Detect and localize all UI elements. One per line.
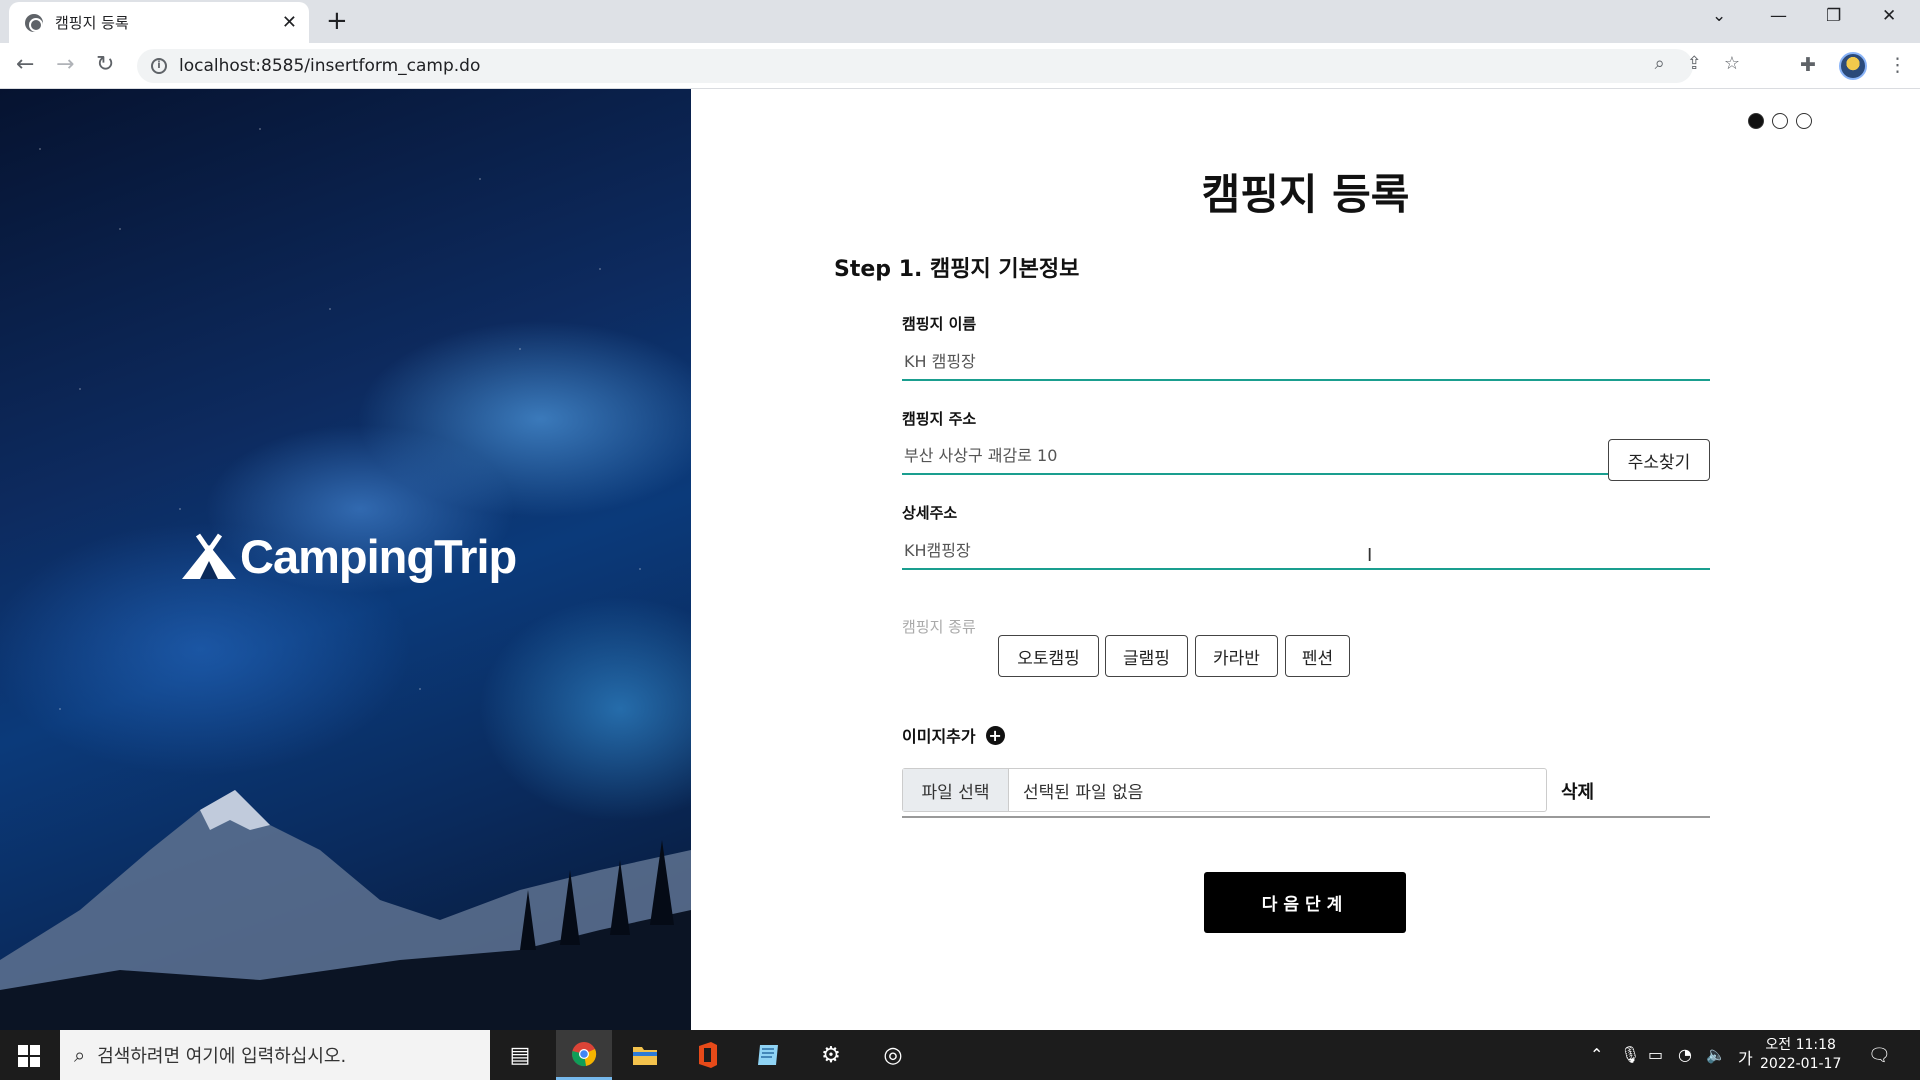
browser-tab[interactable]: 캠핑지 등록 ✕ [9, 2, 309, 43]
page-title: 캠핑지 등록 [1201, 170, 1410, 219]
step-title: Step 1. 캠핑지 기본정보 [834, 257, 1080, 282]
zoom-icon[interactable]: ⌕ [1655, 53, 1665, 74]
minimize-icon[interactable]: — [1770, 6, 1787, 26]
bookmark-star-icon[interactable]: ☆ [1724, 53, 1740, 74]
detail-address-input[interactable] [902, 530, 1710, 570]
clock-time: 오전 11:18 [1765, 1037, 1836, 1053]
taskbar-search-box[interactable]: ⌕ 검색하려면 여기에 입력하십시오. [60, 1030, 490, 1080]
office-icon[interactable] [680, 1030, 736, 1080]
brand-name: CampingTrip [240, 530, 517, 583]
browser-toolbar: ← → ↻ i localhost:8585/insertform_camp.d… [0, 43, 1920, 89]
step-dot-3 [1796, 113, 1812, 129]
notification-center-icon[interactable]: 🗨 [1868, 1045, 1891, 1066]
microphone-icon[interactable]: 🎙 [1620, 1045, 1640, 1064]
ime-indicator[interactable]: 가 [1738, 1045, 1753, 1069]
obs-app-icon[interactable]: ◎ [865, 1030, 921, 1080]
forward-arrow-icon[interactable]: → [56, 52, 74, 78]
add-image-plus-icon[interactable]: + [985, 725, 1005, 745]
browser-tab-strip: 캠핑지 등록 ✕ + ⌄ — ❐ ✕ [0, 0, 1920, 43]
camp-address-label: 캠핑지 주소 [902, 410, 977, 428]
profile-avatar[interactable] [1839, 52, 1867, 80]
notepad-app-icon[interactable] [741, 1030, 797, 1080]
site-info-icon[interactable]: i [151, 58, 167, 74]
step-indicator [1748, 113, 1812, 129]
taskbar-search-placeholder: 검색하려면 여기에 입력하십시오. [97, 1046, 347, 1067]
image-add-row: 이미지추가 + [902, 723, 1005, 747]
url-text: localhost:8585/insertform_camp.do [179, 56, 481, 76]
new-tab-button[interactable]: + [326, 8, 348, 34]
camp-type-label: 캠핑지 종류 [902, 618, 976, 636]
share-icon[interactable]: ⇪ [1687, 53, 1702, 74]
next-step-button[interactable]: 다음단계 [1204, 872, 1406, 933]
clock-date: 2022-01-17 [1760, 1056, 1842, 1072]
reload-icon[interactable]: ↻ [96, 52, 114, 78]
tab-title: 캠핑지 등록 [55, 14, 129, 32]
browser-menu-icon[interactable]: ⋮ [1888, 54, 1907, 76]
file-input[interactable]: 파일 선택 선택된 파일 없음 [902, 768, 1547, 812]
step-dot-2 [1772, 113, 1788, 129]
file-row-divider [902, 816, 1710, 818]
tab-close-icon[interactable]: ✕ [282, 12, 297, 33]
windows-start-icon[interactable] [18, 1045, 40, 1067]
address-bar[interactable]: i localhost:8585/insertform_camp.do [137, 49, 1693, 83]
settings-gear-app-icon[interactable]: ⚙ [803, 1030, 859, 1080]
step-dot-1 [1748, 113, 1764, 129]
wifi-icon[interactable]: ◔ [1678, 1045, 1692, 1064]
extensions-puzzle-icon[interactable]: ✚ [1800, 54, 1816, 76]
file-status-text: 선택된 파일 없음 [1023, 782, 1144, 803]
type-button-glamping[interactable]: 글램핑 [1105, 635, 1188, 677]
back-arrow-icon[interactable]: ← [16, 52, 34, 78]
type-button-auto-camping[interactable]: 오토캠핑 [998, 635, 1099, 677]
restore-icon[interactable]: ❐ [1826, 6, 1841, 26]
battery-icon[interactable]: ▭ [1648, 1045, 1663, 1064]
tab-search-chevron-icon[interactable]: ⌄ [1712, 6, 1726, 26]
globe-icon [25, 13, 43, 32]
chrome-icon[interactable] [556, 1030, 612, 1080]
window-close-icon[interactable]: ✕ [1882, 6, 1896, 26]
mountain-silhouette [0, 790, 691, 1030]
page: CampingTrip 캠핑지 등록 Step 1. 캠핑지 기본정보 캠핑지 … [0, 89, 1920, 1030]
brand-logo: CampingTrip [180, 529, 517, 584]
file-explorer-icon[interactable] [617, 1030, 673, 1080]
search-icon: ⌕ [74, 1043, 86, 1067]
registration-form: 캠핑지 등록 Step 1. 캠핑지 기본정보 캠핑지 이름 캠핑지 주소 주소… [691, 89, 1920, 1030]
image-add-label: 이미지추가 [902, 727, 976, 746]
detail-address-label: 상세주소 [902, 504, 958, 522]
camp-name-label: 캠핑지 이름 [902, 315, 977, 333]
hero-night-sky-image: CampingTrip [0, 89, 691, 1030]
find-address-button[interactable]: 주소찾기 [1608, 439, 1710, 481]
type-button-pension[interactable]: 펜션 [1285, 635, 1350, 677]
task-view-icon[interactable]: ▤ [492, 1030, 548, 1080]
choose-file-button[interactable]: 파일 선택 [903, 769, 1009, 811]
delete-file-button[interactable]: 삭제 [1561, 778, 1594, 804]
windows-taskbar: ⌕ 검색하려면 여기에 입력하십시오. ▤ ⚙ ◎ ⌃ 🎙 ▭ ◔ 🔈 가 오전… [0, 1030, 1920, 1080]
volume-icon[interactable]: 🔈 [1706, 1045, 1726, 1064]
tray-chevron-up-icon[interactable]: ⌃ [1590, 1045, 1603, 1064]
tent-icon [182, 533, 236, 579]
camp-address-input[interactable] [902, 435, 1608, 475]
camp-name-input[interactable] [902, 341, 1710, 381]
type-button-caravan[interactable]: 카라반 [1195, 635, 1278, 677]
system-clock[interactable]: 오전 11:18 2022-01-17 [1760, 1036, 1841, 1074]
text-cursor-icon: I [1367, 545, 1373, 566]
